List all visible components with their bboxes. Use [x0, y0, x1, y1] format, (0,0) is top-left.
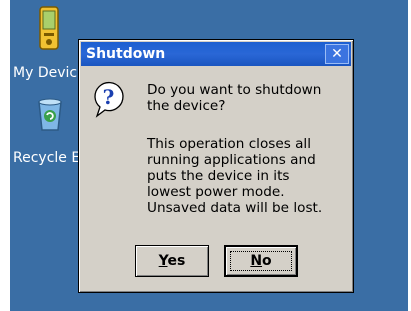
- svg-text:?: ?: [103, 85, 115, 109]
- question-icon: ?: [91, 80, 127, 122]
- dialog-title: Shutdown: [86, 46, 166, 62]
- no-button[interactable]: No: [224, 245, 298, 277]
- desktop-icon-label: My Devic: [13, 65, 78, 81]
- desktop: My Devic Recycle E Shutdown ✕ ? Do you w…: [10, 0, 408, 311]
- dialog-message: Do you want to shutdown the device?: [147, 82, 322, 114]
- dialog-titlebar[interactable]: Shutdown ✕: [81, 42, 351, 66]
- yes-label: es: [167, 253, 186, 269]
- close-button[interactable]: ✕: [325, 44, 349, 64]
- shutdown-dialog: Shutdown ✕ ? Do you want to shutdown the…: [78, 39, 354, 293]
- desktop-icon-label: Recycle E: [13, 150, 81, 166]
- pda-device-icon: [38, 6, 60, 54]
- recycle-bin-icon: [36, 94, 64, 136]
- focus-rectangle: [230, 251, 292, 271]
- dialog-detail: This operation closes all running applic…: [147, 136, 323, 216]
- yes-button[interactable]: Yes: [135, 245, 209, 277]
- yes-accelerator: Y: [158, 253, 168, 269]
- close-icon: ✕: [331, 46, 343, 62]
